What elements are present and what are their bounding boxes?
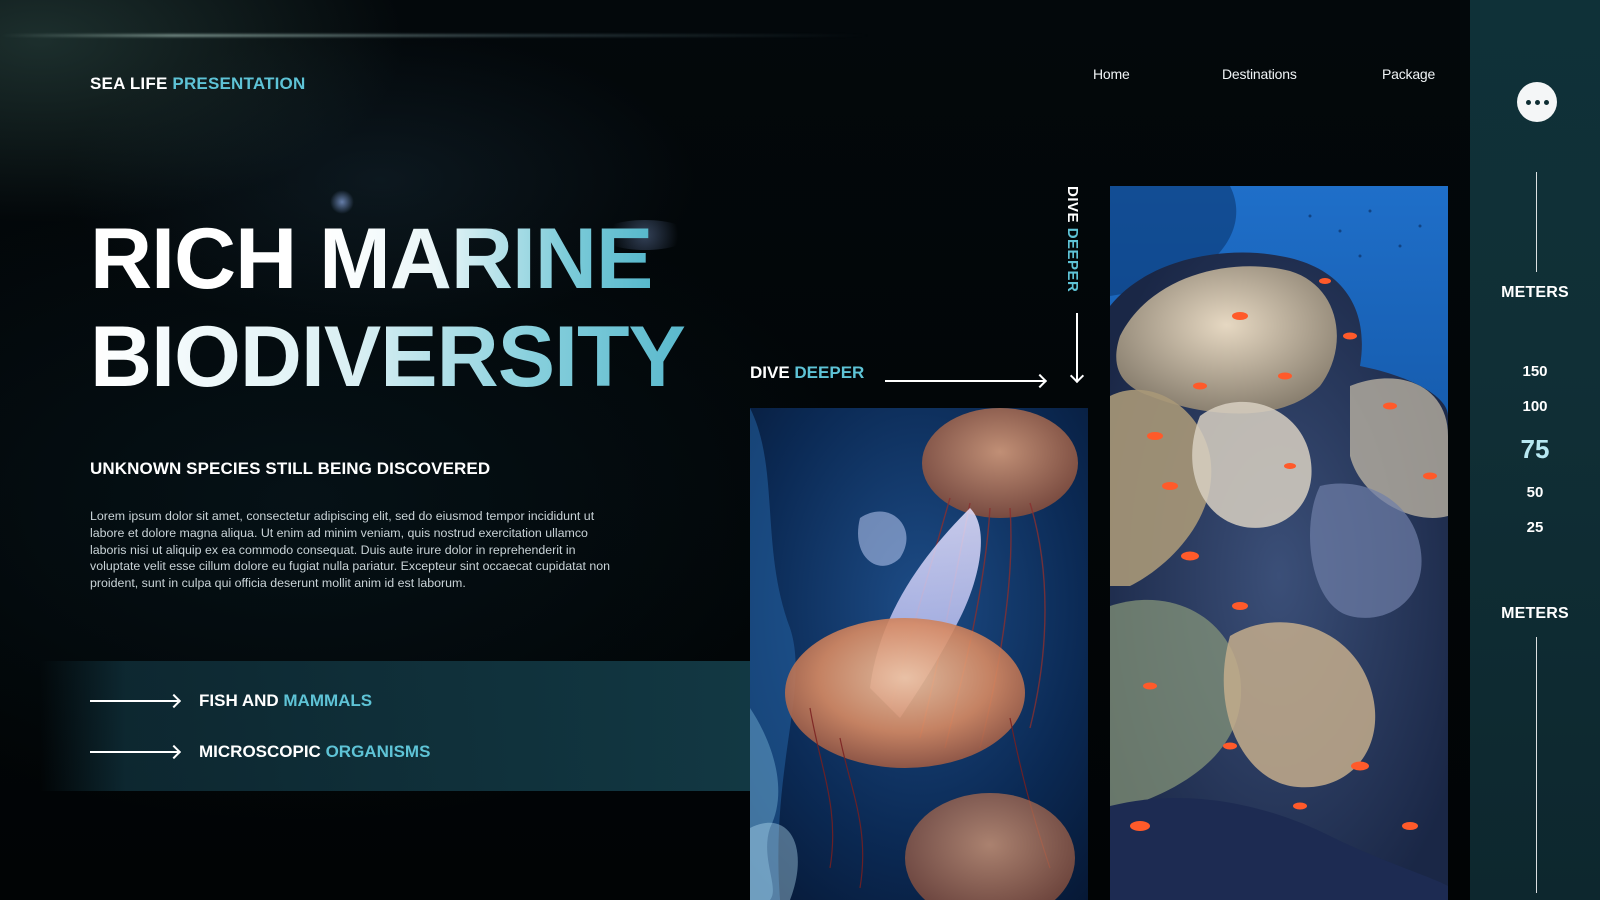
dive-deeper-part1: DIVE xyxy=(750,363,795,382)
nav-item-destinations[interactable]: Destinations xyxy=(1222,66,1297,82)
brand-part1: SEA LIFE xyxy=(90,74,173,93)
link-label: MICROSCOPIC ORGANISMS xyxy=(199,742,430,762)
hero-title: RICH MARINE BIODIVERSITY xyxy=(90,210,686,406)
menu-dot xyxy=(1543,99,1549,105)
depth-sidebar: METERS 150 100 75 50 25 METERS xyxy=(1470,0,1600,900)
hero-title-line1: RICH MARINE xyxy=(90,210,685,308)
more-horizontal-icon[interactable] xyxy=(1517,82,1557,122)
link-microscopic-organisms[interactable]: MICROSCOPIC ORGANISMS xyxy=(90,742,430,762)
hero-title-line2: BIODIVERSITY xyxy=(90,309,686,405)
link-label-part2: MAMMALS xyxy=(283,691,373,710)
hero-title-word-rich: RICH xyxy=(90,211,320,307)
link-label-part2: ORGANISMS xyxy=(325,742,431,761)
links-band xyxy=(40,661,751,791)
dive-deeper-vertical-label: DIVE DEEPER xyxy=(1064,186,1081,292)
coral-reef-illustration xyxy=(1110,186,1448,900)
link-label-part1: FISH AND xyxy=(199,691,284,710)
slide-canvas: SEA LIFE PRESENTATION Home Destinations … xyxy=(0,0,1600,900)
jellyfish-illustration xyxy=(750,408,1088,900)
arrow-right-icon xyxy=(90,751,178,753)
dive-deeper-part2: DEEPER xyxy=(794,363,865,382)
hero-subtitle: UNKNOWN SPECIES STILL BEING DISCOVERED xyxy=(90,459,491,478)
dive-deeper-link[interactable]: DIVE DEEPER xyxy=(750,363,864,383)
meters-label-top: METERS xyxy=(1501,284,1569,301)
depth-option-75[interactable]: 75 xyxy=(1470,434,1600,465)
menu-dot xyxy=(1525,99,1531,105)
brand-part2: PRESENTATION xyxy=(172,74,306,93)
hero-title-word-marine: MARINE xyxy=(319,211,653,307)
sidebar-divider xyxy=(1536,637,1537,893)
arrow-right-icon xyxy=(90,700,178,702)
coral-reef-photo[interactable] xyxy=(1110,186,1448,900)
depth-option-50[interactable]: 50 xyxy=(1470,484,1600,501)
depth-option-100[interactable]: 100 xyxy=(1470,398,1600,415)
link-label-part1: MICROSCOPIC xyxy=(199,742,326,761)
depth-option-150[interactable]: 150 xyxy=(1470,363,1600,380)
vertical-label-part2: DEEPER xyxy=(1064,227,1081,293)
nav-item-home[interactable]: Home xyxy=(1093,66,1130,82)
sidebar-divider xyxy=(1536,172,1537,272)
jellyfish-photo[interactable] xyxy=(750,408,1088,900)
brand-title: SEA LIFE PRESENTATION xyxy=(90,74,305,94)
meters-label-bottom: METERS xyxy=(1501,605,1569,622)
vertical-label-part1: DIVE xyxy=(1064,186,1081,228)
hero-body-text: Lorem ipsum dolor sit amet, consectetur … xyxy=(90,509,611,591)
depth-option-25[interactable]: 25 xyxy=(1470,519,1600,536)
menu-dot xyxy=(1534,99,1540,105)
link-fish-and-mammals[interactable]: FISH AND MAMMALS xyxy=(90,691,372,711)
arrow-down-icon xyxy=(1076,313,1078,381)
light-flare xyxy=(0,34,870,37)
top-nav: Home Destinations Package xyxy=(1000,66,1450,86)
arrow-right-icon xyxy=(885,380,1045,382)
link-label: FISH AND MAMMALS xyxy=(199,691,372,711)
nav-item-package[interactable]: Package xyxy=(1382,66,1435,82)
